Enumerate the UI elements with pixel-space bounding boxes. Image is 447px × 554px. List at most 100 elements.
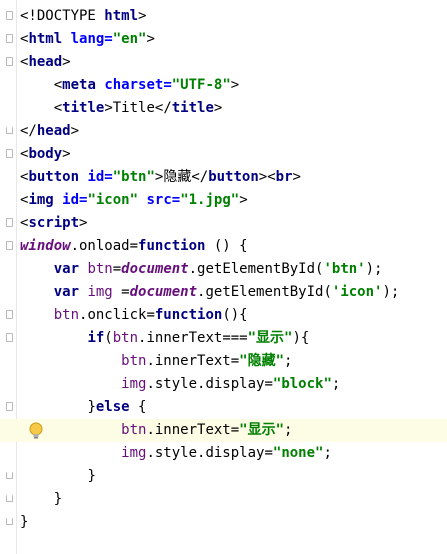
code-token: title	[62, 100, 105, 116]
code-line[interactable]: btn.onclick=function(){	[0, 304, 447, 327]
code-token: btn	[87, 261, 113, 277]
code-token: function	[154, 307, 223, 323]
code-token: =	[121, 284, 130, 300]
code-text: img.style.display="block";	[20, 373, 340, 396]
fold-marker-icon[interactable]	[6, 495, 13, 502]
code-text: <head>	[20, 51, 71, 74]
code-token: () {	[213, 238, 248, 254]
fold-marker-icon[interactable]	[6, 310, 13, 319]
code-line[interactable]: btn.innerText="隐藏";	[0, 350, 447, 373]
code-token: if	[87, 330, 105, 346]
fold-marker-icon[interactable]	[6, 57, 13, 66]
code-token: >	[230, 77, 240, 93]
code-token: >Title</	[104, 100, 172, 116]
fold-marker-icon[interactable]	[6, 241, 13, 250]
code-token: }	[20, 514, 29, 530]
fold-marker-icon[interactable]	[6, 333, 13, 342]
code-token: (	[104, 330, 113, 346]
code-text: }	[20, 465, 95, 488]
code-text: var img =document.getElementById('icon')…	[20, 281, 400, 304]
code-token: var	[53, 261, 88, 277]
code-line[interactable]: <body>	[0, 143, 447, 166]
code-token: btn	[121, 422, 147, 438]
fold-marker-icon[interactable]	[6, 127, 13, 134]
code-token: "none"	[272, 445, 324, 461]
code-token: >隐藏</	[154, 169, 209, 185]
code-line[interactable]: if(btn.innerText==="显示"){	[0, 327, 447, 350]
code-token: <	[53, 77, 63, 93]
code-text: btn.onclick=function(){	[20, 304, 248, 327]
code-token: =	[112, 261, 122, 277]
code-text: <body>	[20, 143, 71, 166]
code-line[interactable]: <meta charset="UTF-8">	[0, 74, 447, 97]
code-token: ;	[331, 376, 341, 392]
code-line[interactable]: img.style.display="none";	[0, 442, 447, 465]
fold-marker-icon[interactable]	[6, 518, 13, 525]
code-token: .style.display=	[146, 445, 273, 461]
code-token: function	[138, 238, 214, 254]
code-token: charset=	[104, 77, 172, 93]
code-line[interactable]: }	[0, 488, 447, 511]
code-line[interactable]: </head>	[0, 120, 447, 143]
code-token: .getElementById(	[197, 284, 332, 300]
code-line[interactable]: img.style.display="block";	[0, 373, 447, 396]
code-token: "显示"	[247, 330, 293, 346]
code-line[interactable]: <button id="btn">隐藏</button><br>	[0, 166, 447, 189]
code-text: <!DOCTYPE html>	[20, 5, 146, 28]
code-token: else	[95, 399, 139, 415]
code-token: ){	[292, 330, 310, 346]
code-token: <	[53, 100, 63, 116]
code-token: .style.display=	[146, 376, 273, 392]
code-line[interactable]: window.onload=function () {	[0, 235, 447, 258]
code-token: html	[104, 8, 139, 24]
code-token: id=	[62, 192, 88, 208]
code-token: "隐藏"	[239, 353, 285, 369]
code-text: btn.innerText="隐藏";	[20, 350, 292, 373]
code-token: title	[171, 100, 214, 116]
code-editor[interactable]: <!DOCTYPE html> <html lang="en"> <head> <m…	[0, 5, 447, 534]
code-line[interactable]: <script>	[0, 212, 447, 235]
code-token: .getElementById(	[188, 261, 324, 277]
code-text: }	[20, 511, 28, 534]
code-line[interactable]: }else {	[0, 396, 447, 419]
code-line[interactable]: <!DOCTYPE html>	[0, 5, 447, 28]
code-text: btn.innerText="显示";	[20, 419, 292, 442]
code-line[interactable]: <img id="icon" src="1.jpg">	[0, 189, 447, 212]
code-token: btn	[53, 307, 80, 323]
code-token: document	[121, 261, 189, 277]
fold-marker-icon[interactable]	[6, 149, 13, 158]
code-line[interactable]: var img =document.getElementById('icon')…	[0, 281, 447, 304]
code-token: br	[275, 169, 293, 185]
code-token: "icon"	[87, 192, 147, 208]
code-token: >	[292, 169, 301, 185]
fold-marker-icon[interactable]	[6, 472, 13, 479]
code-line[interactable]: btn.innerText="显示";	[0, 419, 447, 442]
code-line[interactable]: <title>Title</title>	[0, 97, 447, 120]
code-token: img	[28, 192, 63, 208]
code-text: var btn=document.getElementById('btn');	[20, 258, 383, 281]
code-line[interactable]: <head>	[0, 51, 447, 74]
code-text: }else {	[20, 396, 146, 419]
code-token: head	[36, 123, 71, 139]
fold-marker-icon[interactable]	[6, 218, 13, 227]
code-token: img	[87, 284, 122, 300]
code-line[interactable]: var btn=document.getElementById('btn');	[0, 258, 447, 281]
code-line[interactable]: <html lang="en">	[0, 28, 447, 51]
code-token: {	[138, 399, 147, 415]
code-token: "1.jpg"	[180, 192, 240, 208]
code-line[interactable]: }	[0, 511, 447, 534]
code-token: >	[138, 8, 147, 24]
fold-marker-icon[interactable]	[6, 11, 13, 20]
code-token: (){	[222, 307, 248, 323]
code-text: <html lang="en">	[20, 28, 155, 51]
code-token: .innerText=	[146, 353, 240, 369]
code-token: .innerText=	[146, 422, 240, 438]
code-token: head	[28, 54, 63, 70]
code-token: .onclick=	[79, 307, 155, 323]
fold-marker-icon[interactable]	[6, 402, 13, 411]
code-token: }	[87, 399, 96, 415]
fold-marker-icon[interactable]	[6, 34, 13, 43]
code-line[interactable]: }	[0, 465, 447, 488]
code-text: <title>Title</title>	[20, 97, 223, 120]
code-text: }	[20, 488, 62, 511]
